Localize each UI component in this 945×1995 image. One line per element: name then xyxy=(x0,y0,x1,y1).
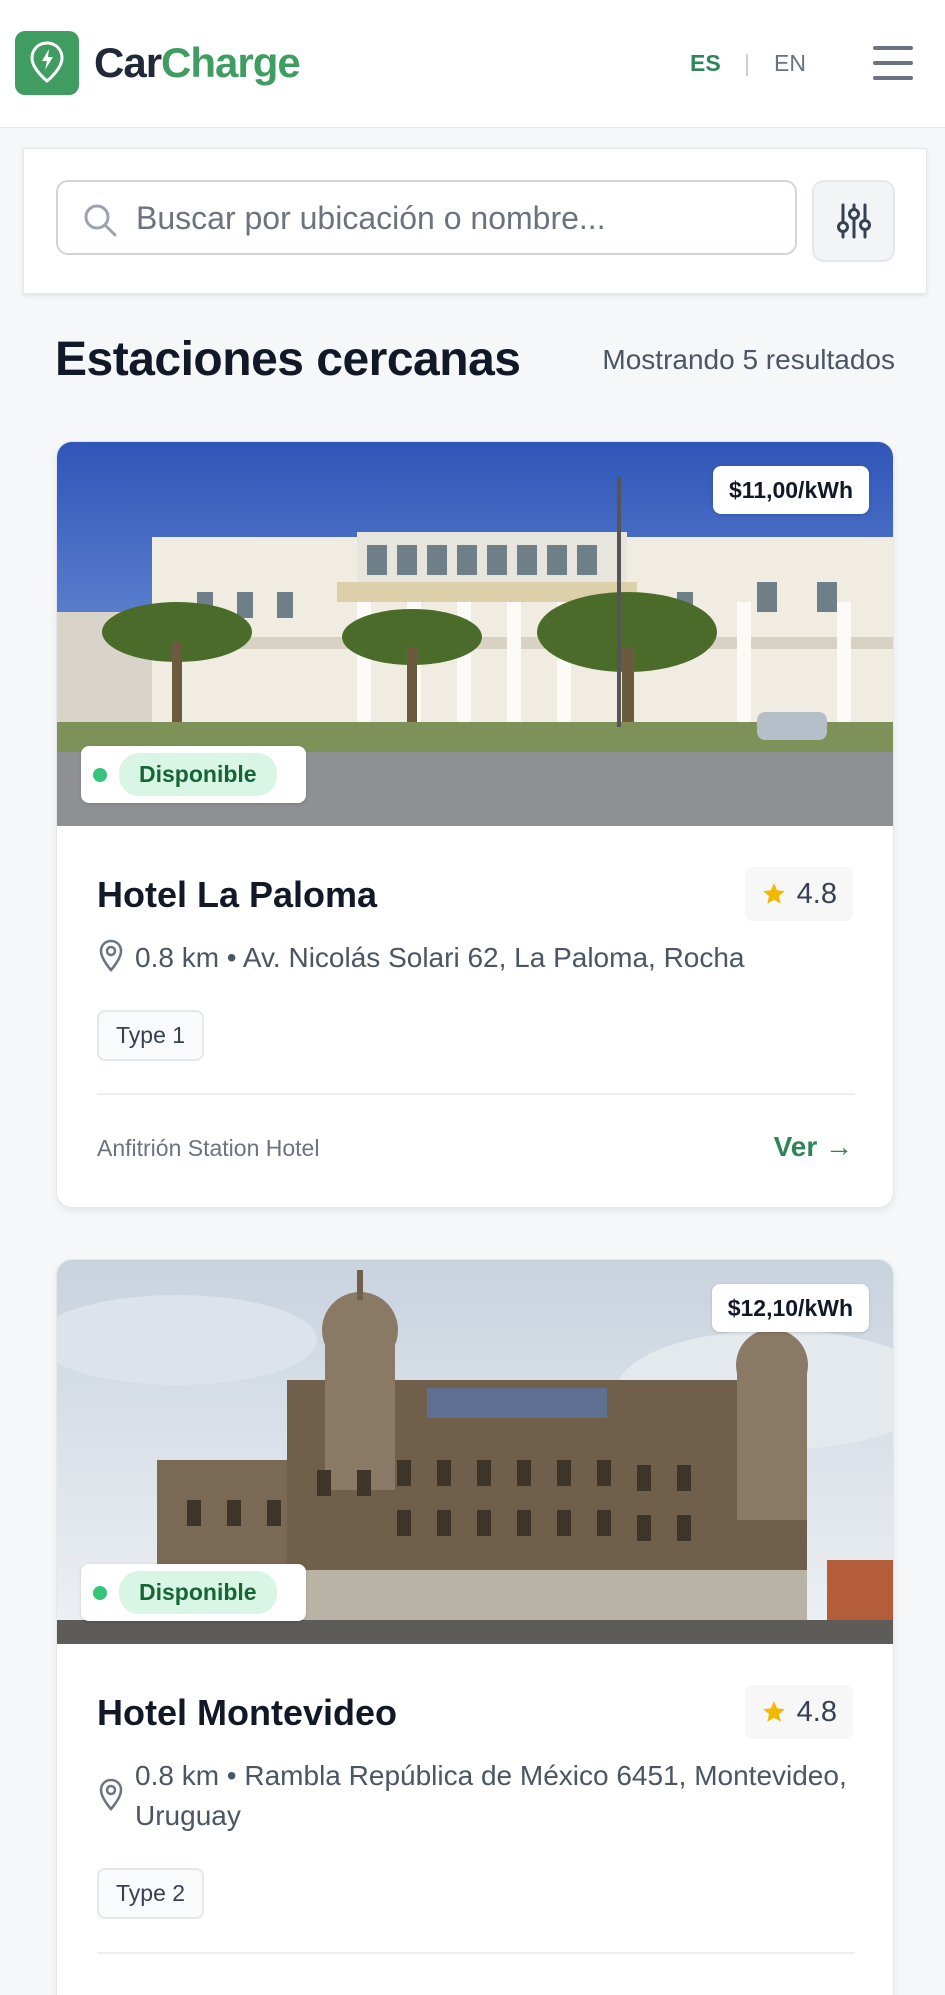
search-icon xyxy=(84,204,117,237)
hamburger-menu-icon[interactable] xyxy=(873,46,913,80)
status-badge: Disponible xyxy=(81,746,306,803)
filter-button[interactable] xyxy=(812,180,895,262)
search-panel xyxy=(23,148,927,294)
station-card[interactable]: $12,10/kWh Disponible Hotel Montevideo 4… xyxy=(56,1259,894,1995)
station-photo: $12,10/kWh Disponible xyxy=(57,1260,893,1644)
station-name[interactable]: Hotel Montevideo xyxy=(97,1691,397,1735)
brand-name-part1: Car xyxy=(94,39,162,86)
card-divider xyxy=(97,1093,855,1095)
lang-en-button[interactable]: EN xyxy=(774,48,806,78)
rating-badge: 4.8 xyxy=(744,867,853,921)
status-label: Disponible xyxy=(119,1571,277,1614)
address-row: 0.8 km • Av. Nicolás Solari 62, La Palom… xyxy=(97,938,857,978)
section-title: Estaciones cercanas xyxy=(55,333,521,386)
view-station-link[interactable]: Ver → xyxy=(774,1129,853,1165)
rating-value: 4.8 xyxy=(796,1695,837,1728)
rating-badge: 4.8 xyxy=(744,1685,853,1739)
charging-pin-icon[interactable] xyxy=(15,31,79,95)
station-name[interactable]: Hotel La Paloma xyxy=(97,873,377,917)
brand-name-part2: Charge xyxy=(161,39,301,86)
host-name: Anfitrión Station Hotel xyxy=(97,1135,320,1161)
search-box[interactable] xyxy=(56,180,797,255)
sliders-icon xyxy=(836,203,871,239)
star-icon xyxy=(762,883,785,904)
station-card[interactable]: $11,00/kWh Disponible Hotel La Paloma 4.… xyxy=(56,441,894,1208)
brand-logo[interactable]: CarCharge xyxy=(94,37,301,89)
station-address: 0.8 km • Rambla República de México 6451… xyxy=(135,1760,847,1831)
location-pin-icon xyxy=(99,1778,123,1811)
address-row: 0.8 km • Rambla República de México 6451… xyxy=(97,1756,857,1836)
rating-value: 4.8 xyxy=(796,877,837,910)
price-badge: $11,00/kWh xyxy=(712,466,869,514)
result-count: Mostrando 5 resultados xyxy=(602,344,895,375)
star-icon xyxy=(762,1701,785,1722)
station-address: 0.8 km • Av. Nicolás Solari 62, La Palom… xyxy=(135,942,745,973)
price-badge: $12,10/kWh xyxy=(711,1284,869,1332)
lang-es-button[interactable]: ES xyxy=(690,48,721,78)
lang-separator: | xyxy=(744,50,750,76)
connector-tag: Type 2 xyxy=(97,1868,205,1919)
status-label: Disponible xyxy=(119,753,277,796)
app-header: CarCharge ES | EN xyxy=(0,0,945,128)
search-input[interactable] xyxy=(136,196,776,240)
status-badge: Disponible xyxy=(81,1564,306,1621)
status-dot-icon xyxy=(93,1585,107,1600)
card-divider xyxy=(97,1952,855,1954)
connector-tag: Type 1 xyxy=(97,1010,205,1061)
status-dot-icon xyxy=(93,767,107,782)
station-photo: $11,00/kWh Disponible xyxy=(57,442,893,826)
location-pin-icon xyxy=(99,939,123,972)
